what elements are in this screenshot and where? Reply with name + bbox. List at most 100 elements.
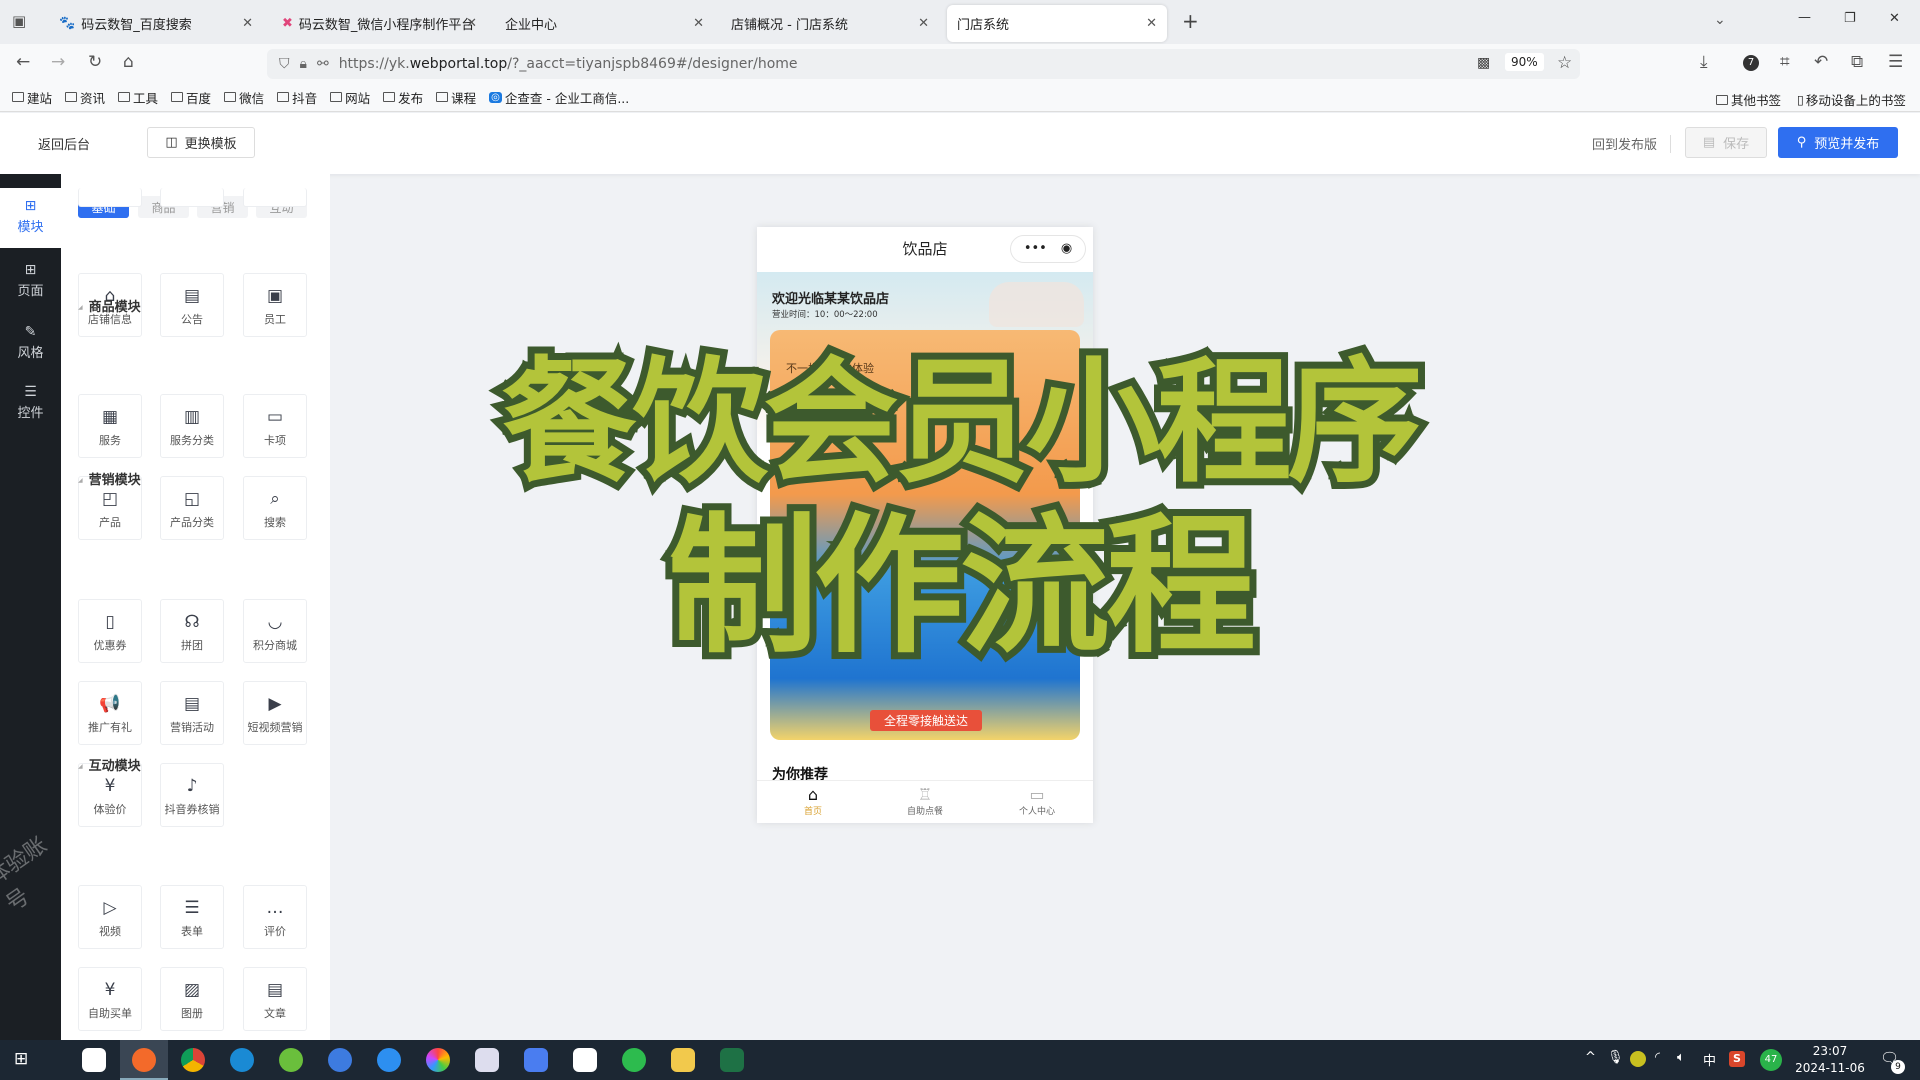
module-card[interactable]: ▦ 服务 xyxy=(78,394,142,458)
bookmark-folder[interactable]: 课程 xyxy=(436,88,476,107)
volume-icon[interactable]: 🔈︎ xyxy=(1677,1050,1685,1065)
section-heading[interactable]: 营销模块 xyxy=(78,469,141,488)
windows-start-icon[interactable]: ⊞ xyxy=(14,1049,28,1069)
more-icon[interactable]: ••• xyxy=(1024,241,1047,256)
sidebar-item-controls[interactable]: ☰ 控件 xyxy=(0,384,61,421)
close-icon[interactable]: ✕ xyxy=(466,16,477,31)
show-hidden-icons[interactable]: ^ xyxy=(1585,1050,1596,1065)
target-icon[interactable]: ◉ xyxy=(1061,241,1072,256)
sidebar-item-pages[interactable]: ⊞ 页面 xyxy=(0,262,61,299)
home-icon[interactable]: ⌂ xyxy=(123,52,134,72)
bookmark-folder[interactable]: 百度 xyxy=(171,88,211,107)
back-icon[interactable]: ← xyxy=(16,52,30,72)
close-icon[interactable]: ✕ xyxy=(693,16,704,31)
bookmark-folder[interactable]: 发布 xyxy=(383,88,423,107)
permissions-icon[interactable]: ⚯ xyxy=(317,56,329,72)
service-icon[interactable]: ☏ xyxy=(1057,560,1083,586)
module-card[interactable]: ◡ 积分商城 xyxy=(243,599,307,663)
microphone-icon[interactable]: 🎙︎ xyxy=(1607,1050,1624,1065)
module-card[interactable]: ▤ 公告 xyxy=(160,273,224,337)
module-card[interactable]: ¥ 自助买单 xyxy=(78,967,142,1031)
module-card[interactable]: ▷ 视频 xyxy=(78,885,142,949)
module-card[interactable]: ▶ 短视频营销 xyxy=(243,681,307,745)
module-card[interactable]: ▭ 卡项 xyxy=(243,394,307,458)
module-card[interactable]: ▣ 员工 xyxy=(243,273,307,337)
tab-list-icon[interactable]: ▣ xyxy=(12,12,26,30)
reload-icon[interactable]: ↻ xyxy=(88,52,102,72)
wechat-icon[interactable] xyxy=(622,1048,646,1072)
chrome-icon[interactable] xyxy=(181,1048,205,1072)
qq-icon[interactable] xyxy=(573,1048,597,1072)
restore-icon[interactable]: ❐ xyxy=(1844,11,1856,26)
module-card[interactable]: ♪ 抖音券核销 xyxy=(160,763,224,827)
ime-indicator[interactable]: 中 xyxy=(1703,1050,1716,1069)
flower-app-icon[interactable] xyxy=(475,1048,499,1072)
preview-publish-button[interactable]: ⚲ 预览并发布 xyxy=(1778,127,1898,158)
close-icon[interactable]: ✕ xyxy=(1146,16,1157,31)
module-card[interactable]: ▤ 文章 xyxy=(243,967,307,1031)
extension-badge-icon[interactable]: 7 xyxy=(1743,55,1759,71)
url-bar[interactable]: ⛉ 🔒︎ ⚯ https://yk. webportal.top/?_aacct=… xyxy=(267,49,1580,79)
bookmark-qichacha[interactable]: ◎ 企查查 - 企业工商信... xyxy=(489,88,629,107)
module-card[interactable]: ▤ 营销活动 xyxy=(160,681,224,745)
module-card[interactable]: 📢 推广有礼 xyxy=(78,681,142,745)
back-to-published-link[interactable]: 回到发布版 xyxy=(1592,134,1657,153)
menu-icon[interactable]: ☰ xyxy=(1888,52,1903,72)
bookmark-folder[interactable]: 微信 xyxy=(224,88,264,107)
ie-browser-icon[interactable] xyxy=(279,1048,303,1072)
sidebar-item-style[interactable]: ✎ 风格 xyxy=(0,324,61,361)
security-app-icon[interactable] xyxy=(1630,1051,1646,1067)
mobile-bookmarks[interactable]: ▯ 移动设备上的书签 xyxy=(1797,90,1906,109)
tab-5-active[interactable]: 门店系统 ✕ xyxy=(947,5,1167,42)
section-heading[interactable]: 商品模块 xyxy=(78,296,141,315)
excel-icon[interactable] xyxy=(720,1048,744,1072)
chevron-down-icon[interactable]: ⌄ xyxy=(1714,12,1726,28)
window-close-icon[interactable]: ✕ xyxy=(1889,11,1900,26)
module-card[interactable]: … 评价 xyxy=(243,885,307,949)
tab-home[interactable]: ⌂ 首页 xyxy=(757,781,869,823)
file-explorer-icon[interactable] xyxy=(671,1048,695,1072)
minimize-icon[interactable]: — xyxy=(1798,10,1811,25)
sidebar-item-modules[interactable]: ⊞ 模块 xyxy=(0,188,61,248)
module-card[interactable]: ☊ 拼团 xyxy=(160,599,224,663)
tab-2[interactable]: ✖ 码云数智_微信小程序制作平台 ✕ xyxy=(272,5,487,42)
save-button[interactable]: ▤ 保存 xyxy=(1685,127,1767,158)
tab-3[interactable]: 企业中心 ✕ xyxy=(495,5,714,42)
bookmark-folder[interactable]: 抖音 xyxy=(277,88,317,107)
sogou-input-icon[interactable]: S xyxy=(1729,1051,1745,1067)
module-card-partial[interactable] xyxy=(160,188,224,207)
download-icon[interactable]: ⤓ xyxy=(1700,52,1708,72)
close-icon[interactable]: ✕ xyxy=(242,16,253,31)
color-app-icon[interactable] xyxy=(426,1048,450,1072)
back-to-admin-link[interactable]: 返回后台 xyxy=(38,134,90,153)
sogou-browser-icon[interactable] xyxy=(328,1048,352,1072)
wifi-icon[interactable]: ◜ xyxy=(1655,1050,1660,1065)
qr-code-icon[interactable]: ▩ xyxy=(1477,55,1490,71)
module-card[interactable]: ▯ 优惠券 xyxy=(78,599,142,663)
module-card[interactable]: ☰ 表单 xyxy=(160,885,224,949)
undo-icon[interactable]: ↶ xyxy=(1814,52,1828,72)
change-template-button[interactable]: ◫ 更换模板 xyxy=(147,127,255,158)
crop-icon[interactable]: ⌗ xyxy=(1780,52,1790,72)
bookmark-folder[interactable]: 网站 xyxy=(330,88,370,107)
tab-self-order[interactable]: ♖ 自助点餐 xyxy=(869,781,981,823)
performance-badge[interactable]: 47 xyxy=(1760,1049,1782,1071)
banner-image[interactable]: 不一样的味觉体验 全程零接触送达 xyxy=(770,330,1080,740)
new-tab-icon[interactable]: + xyxy=(1182,9,1199,33)
star-icon[interactable]: ☆ xyxy=(1557,53,1572,73)
app-icon[interactable] xyxy=(82,1048,106,1072)
bookmark-folder[interactable]: 资讯 xyxy=(65,88,105,107)
extensions-icon[interactable]: ⧉ xyxy=(1851,52,1863,72)
capsule-menu[interactable]: ••• ◉ xyxy=(1010,235,1086,263)
forward-icon[interactable]: → xyxy=(51,52,65,72)
firefox-icon[interactable] xyxy=(132,1048,156,1072)
tab-profile[interactable]: ▭ 个人中心 xyxy=(981,781,1093,823)
tab-1[interactable]: 🐾 码云数智_百度搜索 ✕ xyxy=(49,5,263,42)
close-icon[interactable]: ✕ xyxy=(918,16,929,31)
module-card-partial[interactable] xyxy=(78,188,142,207)
bookmark-folder[interactable]: 建站 xyxy=(12,88,52,107)
module-card-partial[interactable] xyxy=(243,188,307,207)
chat-icon[interactable]: 💬︎ xyxy=(1057,597,1083,623)
section-heading[interactable]: 互动模块 xyxy=(78,755,141,774)
tab-4[interactable]: 店铺概况 - 门店系统 ✕ xyxy=(721,5,939,42)
